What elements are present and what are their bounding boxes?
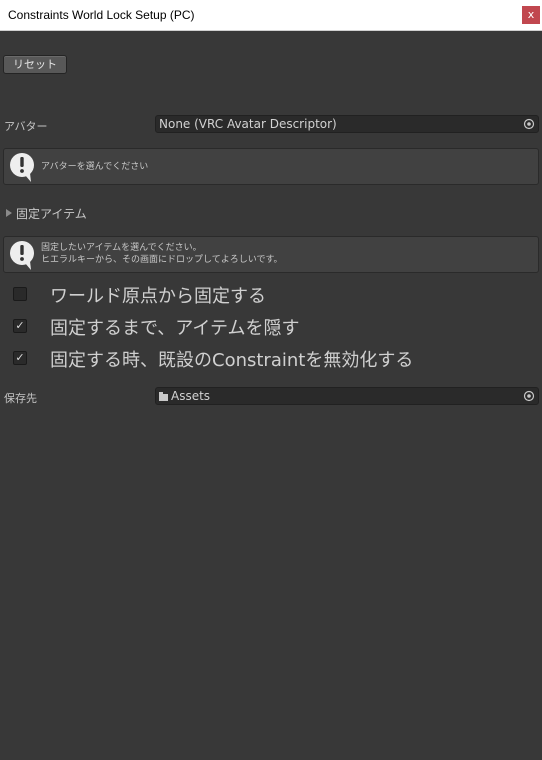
folder-icon [159, 392, 168, 401]
warning-info-icon [10, 241, 34, 270]
toggle-label: ワールド原点から固定する [50, 286, 266, 307]
items-help-line-2: ヒエラルキーから、その画面にドロップしてよろしいです。 [41, 255, 283, 265]
toggle-label: 固定する時、既設のConstraintを無効化する [50, 350, 414, 371]
foldout-arrow-icon [6, 209, 12, 217]
object-picker-icon[interactable] [523, 390, 535, 402]
avatar-object-field[interactable]: None (VRC Avatar Descriptor) [155, 115, 539, 133]
items-help-box: 固定したいアイテムを選んでください。 ヒエラルキーから、その画面にドロップしてよ… [3, 236, 539, 273]
avatar-help-text: アバターを選んでください [41, 162, 149, 172]
warning-info-icon [10, 153, 34, 182]
toggle-hide-until-fixed[interactable]: ✓ 固定するまで、アイテムを隠す [0, 312, 542, 340]
save-to-object-field[interactable]: Assets [155, 387, 539, 405]
checkbox[interactable] [13, 287, 27, 301]
title-bar[interactable]: Constraints World Lock Setup (PC) x [0, 0, 542, 31]
reset-button[interactable]: リセット [3, 55, 67, 74]
toggle-world-origin[interactable]: ワールド原点から固定する [0, 280, 542, 308]
toggle-label: 固定するまで、アイテムを隠す [50, 318, 300, 339]
save-to-field-value: Assets [171, 389, 211, 403]
editor-window: Constraints World Lock Setup (PC) x リセット… [0, 0, 542, 760]
close-button[interactable]: x [522, 6, 540, 24]
avatar-field-value: None (VRC Avatar Descriptor) [159, 117, 337, 131]
object-picker-icon[interactable] [523, 118, 535, 130]
fixed-items-foldout[interactable]: 固定アイテム [6, 205, 87, 222]
window-title: Constraints World Lock Setup (PC) [8, 8, 195, 22]
avatar-help-box: アバターを選んでください [3, 148, 539, 185]
toggle-disable-constraints[interactable]: ✓ 固定する時、既設のConstraintを無効化する [0, 344, 542, 372]
items-help-line-1: 固定したいアイテムを選んでください。 [41, 243, 202, 253]
checkbox[interactable]: ✓ [13, 319, 27, 333]
fixed-items-label: 固定アイテム [16, 207, 87, 221]
save-to-label: 保存先 [4, 392, 37, 405]
avatar-label: アバター [4, 120, 48, 133]
checkbox[interactable]: ✓ [13, 351, 27, 365]
